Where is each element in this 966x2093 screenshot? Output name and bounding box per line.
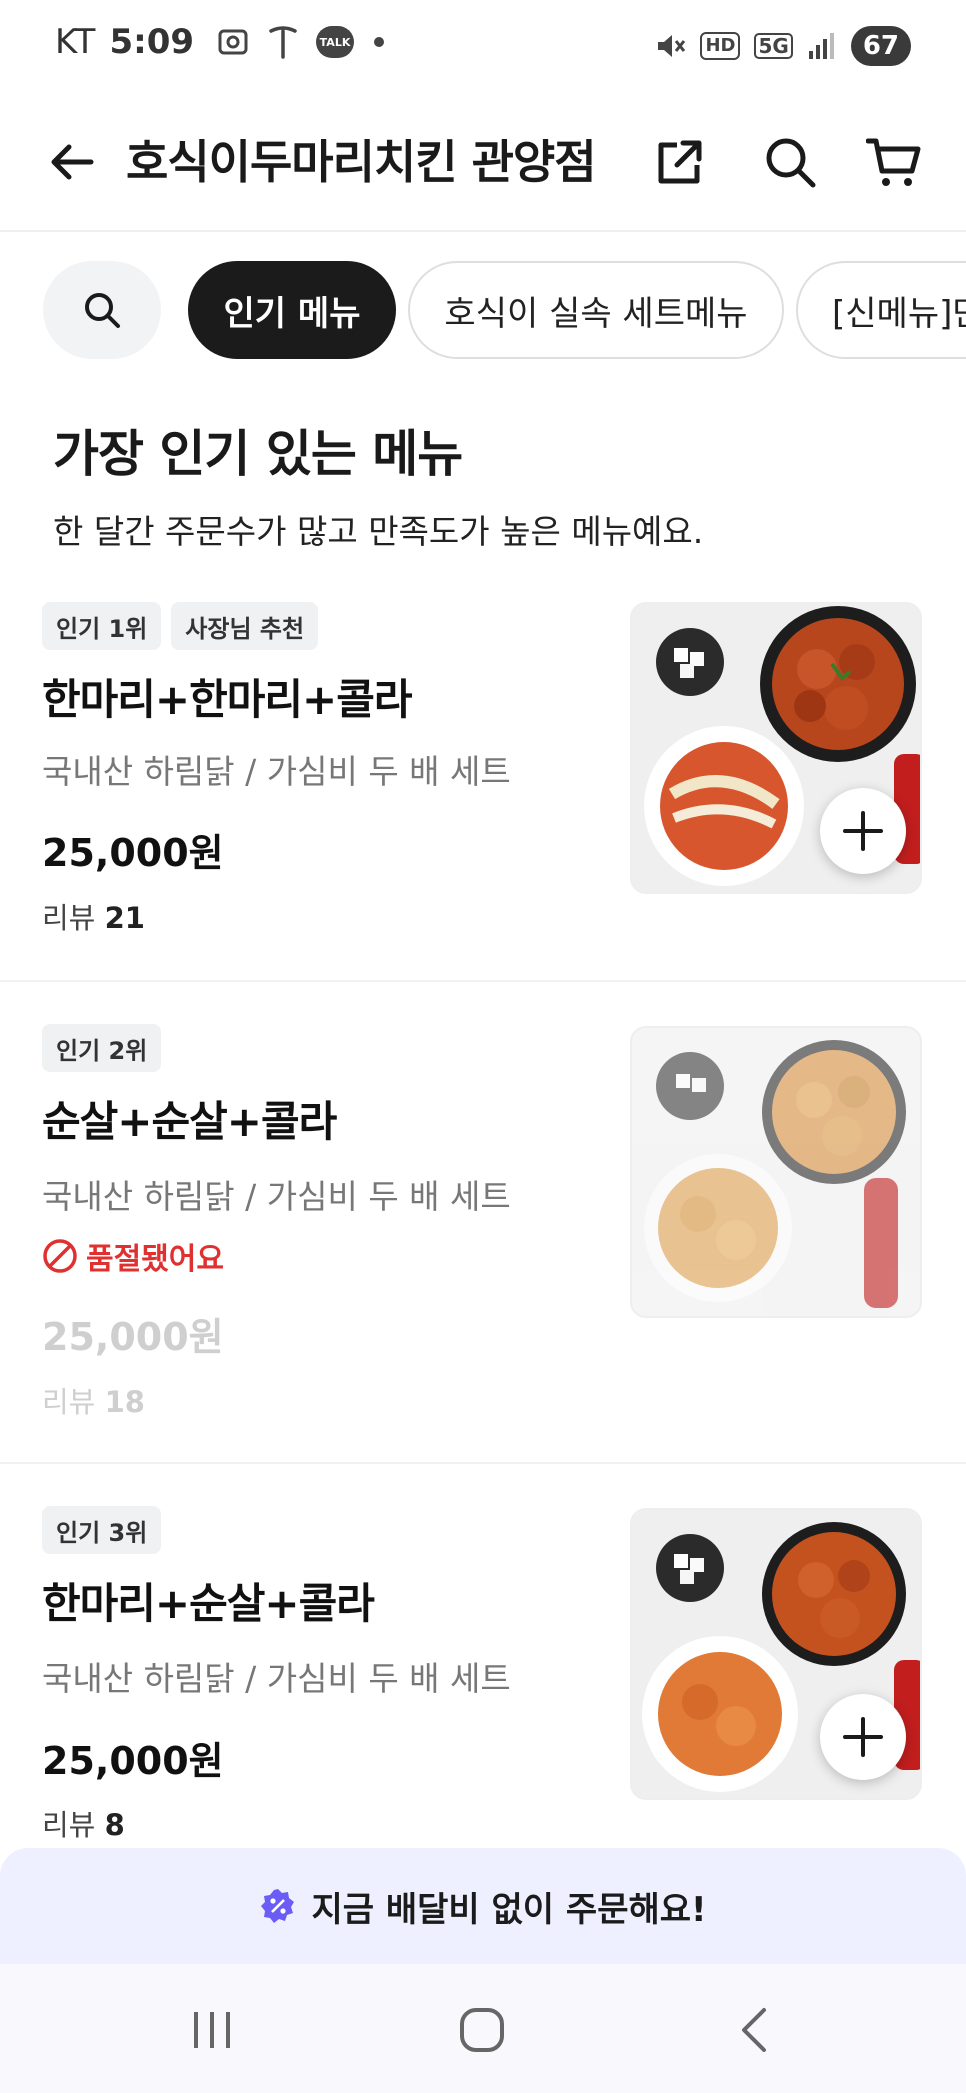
battery-indicator: 67 bbox=[850, 26, 911, 66]
home-icon bbox=[460, 2008, 504, 2052]
system-nav-bar bbox=[0, 1964, 966, 2093]
network-5g-icon: 5G bbox=[754, 33, 793, 59]
menu-item-review: 리뷰 8 bbox=[42, 1802, 125, 1844]
menu-item-description: 국내산 하림닭 / 가심비 두 배 세트 bbox=[42, 1177, 511, 1216]
category-chip-popular[interactable]: 인기 메뉴 bbox=[188, 261, 396, 359]
discount-badge-icon bbox=[261, 1889, 295, 1923]
review-label: 리뷰 bbox=[42, 901, 96, 935]
share-icon bbox=[658, 140, 702, 184]
review-count: 8 bbox=[104, 1808, 125, 1842]
rank-badge: 인기 3위 bbox=[42, 1506, 162, 1554]
owner-pick-badge: 사장님 추천 bbox=[171, 602, 319, 650]
chicken-set-photo bbox=[632, 1028, 920, 1316]
mute-icon bbox=[658, 35, 686, 57]
search-icon bbox=[85, 293, 120, 328]
menu-item-name: 한마리+순살+콜라 bbox=[42, 1579, 375, 1628]
menu-item[interactable]: 인기 1위 사장님 추천 한마리+한마리+콜라 국내산 하림닭 / 가심비 두 … bbox=[0, 580, 966, 982]
menu-item[interactable]: 인기 2위 순살+순살+콜라 국내산 하림닭 / 가심비 두 배 세트 품절됐어… bbox=[0, 982, 966, 1464]
add-to-cart-button[interactable] bbox=[820, 1694, 906, 1780]
section-subtitle: 한 달간 주문수가 많고 만족도가 높은 메뉴예요. bbox=[53, 512, 704, 551]
menu-search-button[interactable] bbox=[43, 261, 161, 359]
menu-item-review: 리뷰 21 bbox=[42, 895, 145, 937]
review-count: 18 bbox=[104, 1385, 145, 1419]
free-delivery-banner[interactable]: 지금 배달비 없이 주문해요! bbox=[0, 1848, 966, 1964]
section-title: 가장 인기 있는 메뉴 bbox=[53, 425, 463, 483]
menu-item-review: 리뷰 18 bbox=[42, 1379, 145, 1421]
cart-button[interactable] bbox=[862, 130, 926, 194]
menu-item-description: 국내산 하림닭 / 가심비 두 배 세트 bbox=[42, 1659, 511, 1698]
status-time: 5:09 bbox=[109, 22, 195, 62]
share-button[interactable] bbox=[648, 130, 712, 194]
recent-apps-icon bbox=[194, 2012, 230, 2048]
kakaotalk-icon: TALK bbox=[316, 26, 355, 58]
add-to-cart-button[interactable] bbox=[820, 788, 906, 874]
app-bar: 호식이두마리치킨 관양점 bbox=[0, 96, 966, 232]
back-arrow-icon bbox=[51, 144, 94, 180]
menu-item-price: 25,000원 bbox=[42, 831, 224, 875]
menu-item-description: 국내산 하림닭 / 가심비 두 배 세트 bbox=[42, 752, 511, 791]
home-button[interactable] bbox=[442, 2000, 522, 2060]
tesla-icon bbox=[269, 26, 297, 59]
sold-out-label: 품절됐어요 bbox=[86, 1242, 224, 1277]
category-chip-row: 인기 메뉴 호식이 실속 세트메뉴 [신메뉴]만 bbox=[0, 260, 966, 360]
promo-text: 지금 배달비 없이 주문해요! bbox=[311, 1889, 707, 1930]
menu-item-image[interactable] bbox=[630, 1026, 922, 1318]
nav-back-button[interactable] bbox=[714, 2000, 794, 2060]
menu-item-price: 25,000원 bbox=[42, 1315, 224, 1359]
menu-item-image[interactable] bbox=[630, 602, 922, 894]
category-chip-new-menu[interactable]: [신메뉴]만 bbox=[796, 261, 966, 359]
store-title: 호식이두마리치킨 관양점 bbox=[126, 135, 597, 189]
back-button[interactable] bbox=[40, 130, 104, 194]
search-icon bbox=[766, 138, 816, 188]
menu-item-name: 한마리+한마리+콜라 bbox=[42, 675, 413, 724]
category-chip-value-set[interactable]: 호식이 실속 세트메뉴 bbox=[408, 261, 784, 359]
review-label: 리뷰 bbox=[42, 1808, 96, 1842]
menu-item[interactable]: 인기 3위 한마리+순살+콜라 국내산 하림닭 / 가심비 두 배 세트 25,… bbox=[0, 1464, 966, 1884]
recent-apps-button[interactable] bbox=[172, 2000, 252, 2060]
review-count: 21 bbox=[104, 901, 145, 935]
menu-item-image[interactable] bbox=[630, 1508, 922, 1800]
rank-badge: 인기 1위 bbox=[42, 602, 162, 650]
dot-icon bbox=[374, 37, 385, 47]
rank-badge: 인기 2위 bbox=[42, 1024, 162, 1072]
signal-icon bbox=[808, 33, 834, 59]
review-label: 리뷰 bbox=[42, 1385, 96, 1419]
hd-icon: HD bbox=[700, 32, 741, 60]
sold-out-notice: 품절됐어요 bbox=[42, 1234, 224, 1278]
screenshot-icon bbox=[218, 29, 248, 55]
menu-item-name: 순살+순살+콜라 bbox=[42, 1097, 337, 1146]
plus-icon bbox=[843, 811, 883, 851]
search-button[interactable] bbox=[758, 130, 822, 194]
carrier-label: KT bbox=[55, 22, 96, 62]
prohibit-icon bbox=[43, 1239, 77, 1273]
cart-icon bbox=[866, 138, 921, 186]
plus-icon bbox=[843, 1717, 883, 1757]
nav-back-icon bbox=[742, 2008, 766, 2052]
menu-item-price: 25,000원 bbox=[42, 1739, 224, 1783]
status-bar: KT 5:09 TALK HD 5G 67 bbox=[0, 0, 966, 96]
